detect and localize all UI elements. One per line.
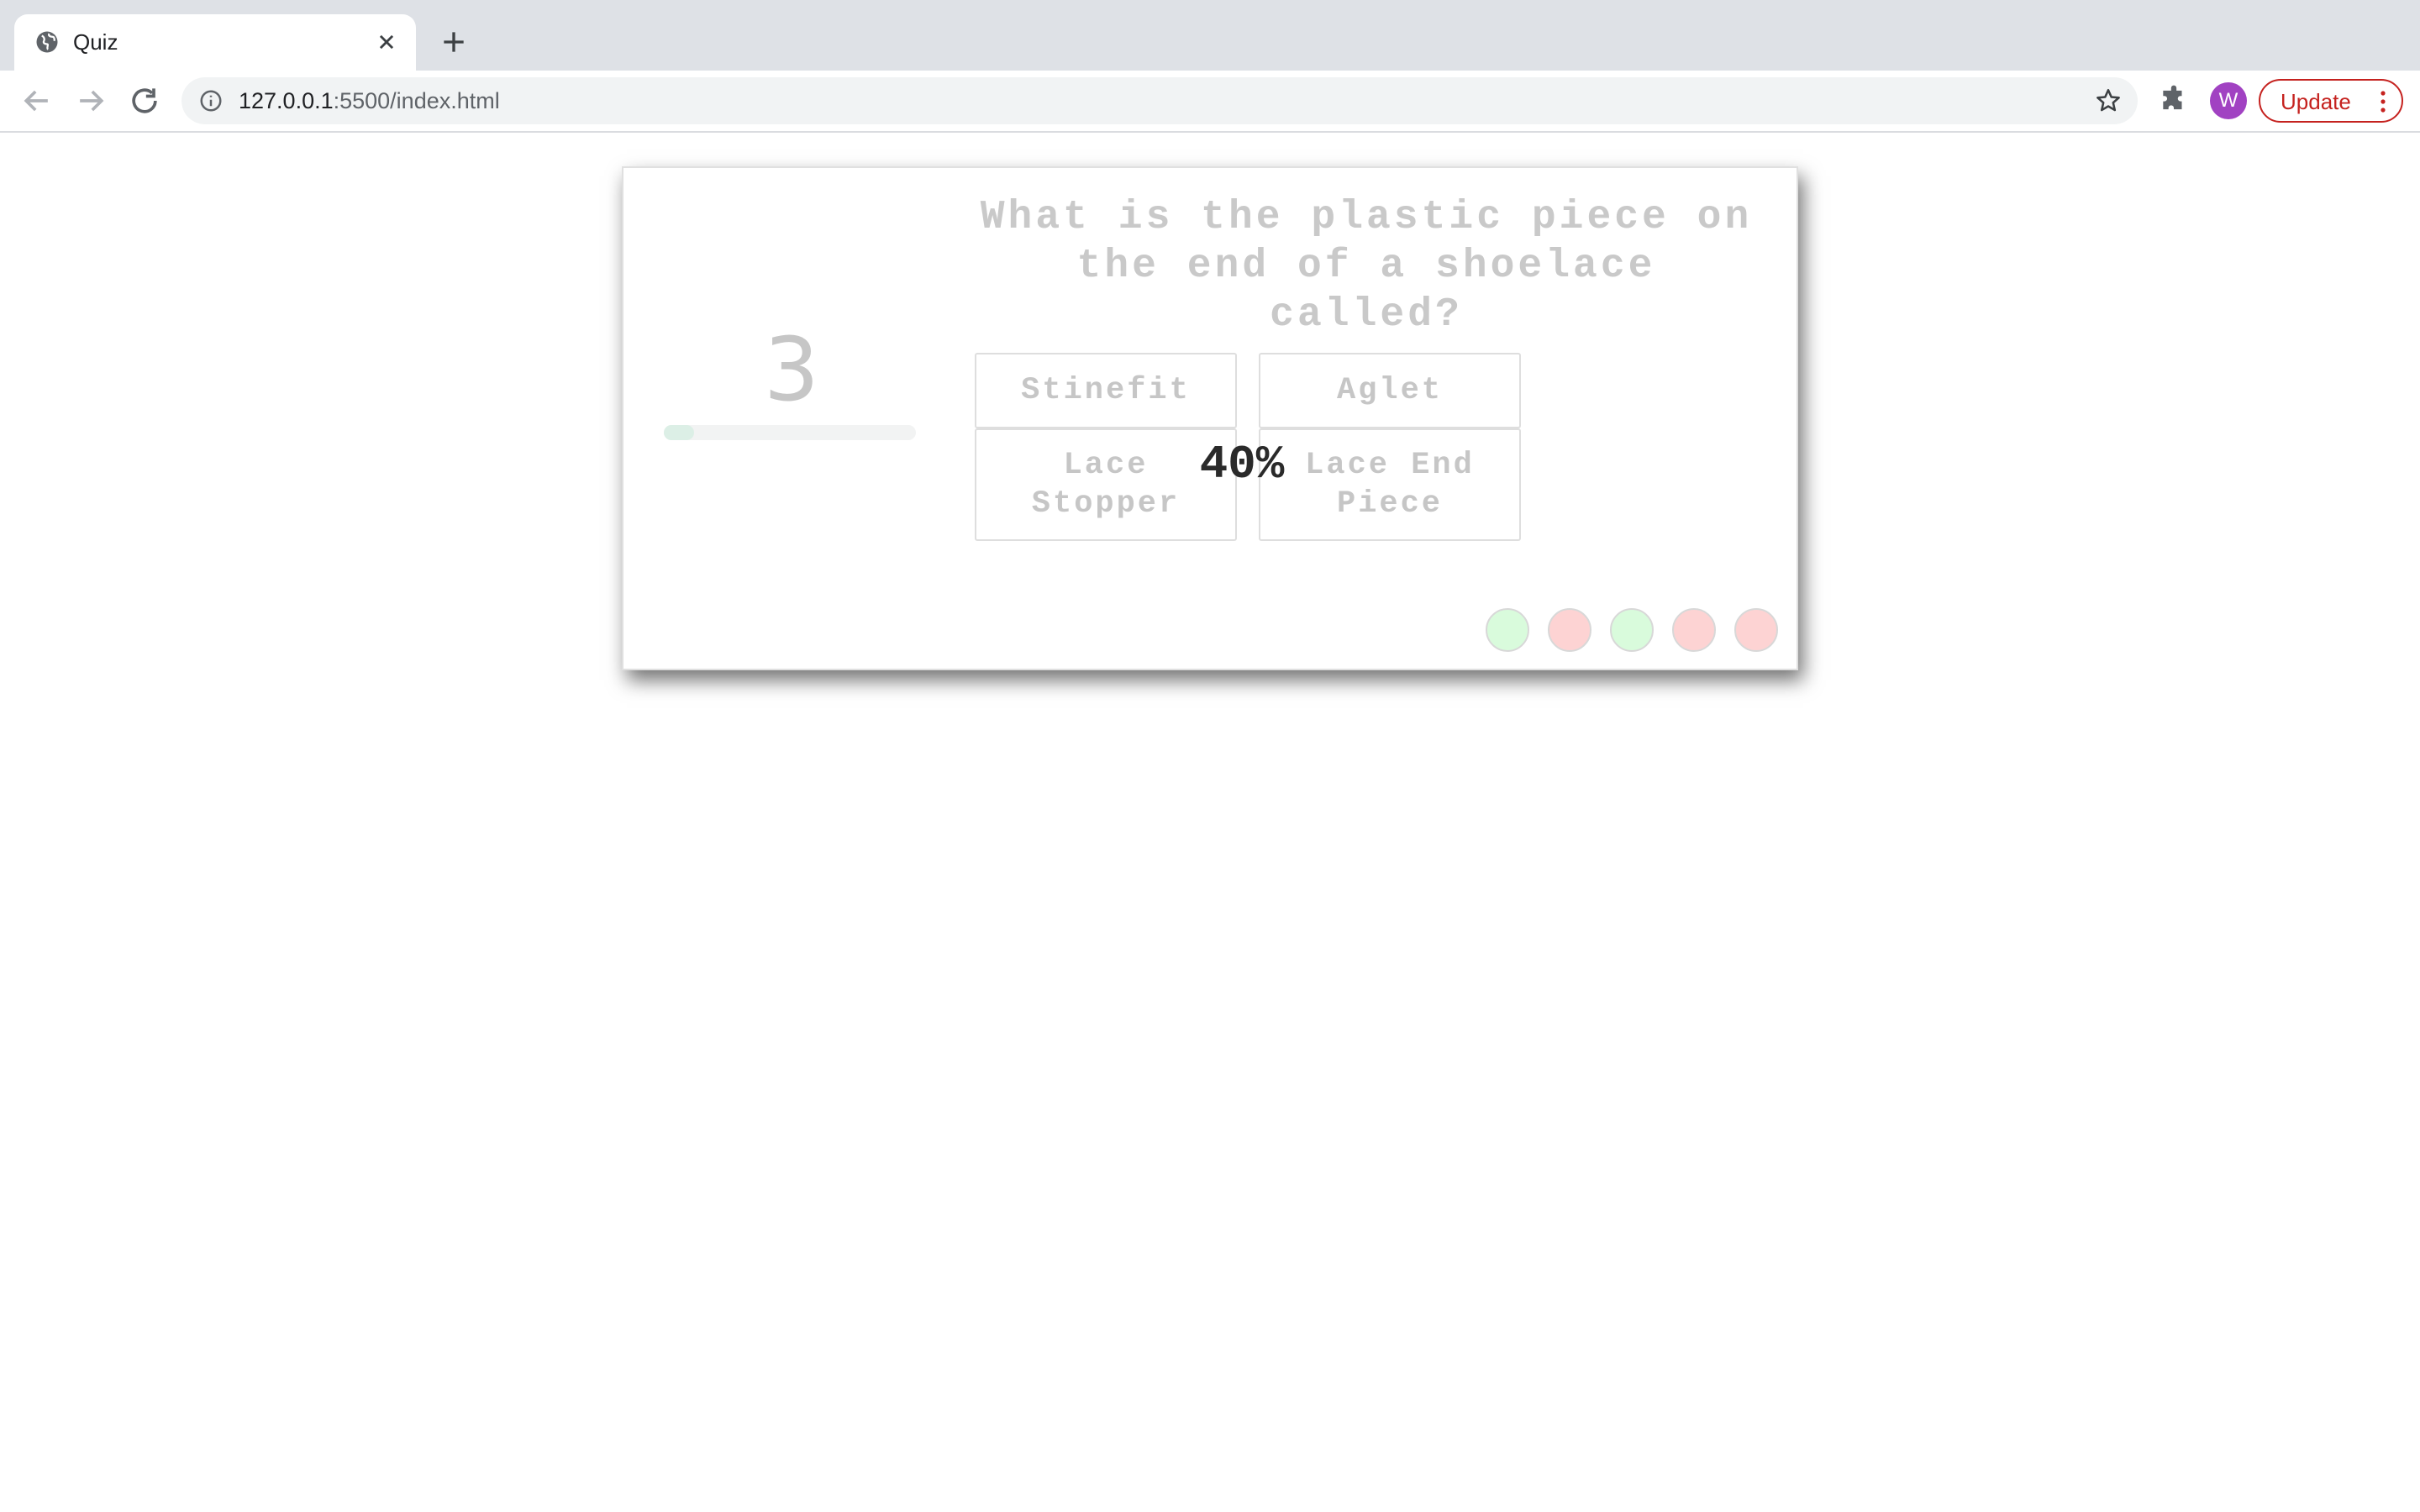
puzzle-icon[interactable] <box>2158 84 2190 116</box>
timer-number: 3 <box>763 318 820 421</box>
url-text: 127.0.0.1:5500/index.html <box>239 87 500 114</box>
arrow-right-icon[interactable] <box>72 82 109 119</box>
timer-progress-fill <box>664 425 694 440</box>
reload-icon[interactable] <box>126 82 163 119</box>
result-dot-correct <box>1486 608 1529 652</box>
kebab-icon <box>2381 91 2386 113</box>
result-dot-correct <box>1610 608 1654 652</box>
tab-title: Quiz <box>73 29 118 55</box>
update-button[interactable]: Update <box>2259 79 2403 123</box>
timer-progress-bar <box>664 425 916 440</box>
browser-toolbar: 127.0.0.1:5500/index.html W Update <box>0 71 2420 133</box>
avatar[interactable]: W <box>2210 82 2247 119</box>
answer-button-2[interactable]: Aglet <box>1259 353 1521 428</box>
result-dot-wrong <box>1672 608 1716 652</box>
result-dot-wrong <box>1548 608 1591 652</box>
arrow-left-icon[interactable] <box>18 82 55 119</box>
score-percent: 40% <box>1199 438 1285 491</box>
question-text: What is the plastic piece on the end of … <box>980 195 1753 338</box>
browser-tab[interactable]: Quiz <box>14 14 416 71</box>
globe-icon <box>36 31 58 53</box>
browser-tab-strip: Quiz <box>0 0 2420 71</box>
url-path: :5500/index.html <box>333 88 500 113</box>
close-icon[interactable] <box>372 28 401 56</box>
update-label: Update <box>2281 89 2351 114</box>
result-dot-wrong <box>1734 608 1778 652</box>
answer-button-1[interactable]: Stinefit <box>975 353 1237 428</box>
quiz-card: 3 What is the plastic piece on the end o… <box>622 166 1798 670</box>
answer-label: Aglet <box>1336 373 1444 408</box>
answer-label: Stinefit <box>1021 373 1191 408</box>
star-icon[interactable] <box>2094 87 2123 115</box>
plus-icon[interactable] <box>437 25 471 59</box>
url-host: 127.0.0.1 <box>239 88 334 113</box>
info-icon[interactable] <box>198 88 224 113</box>
address-bar[interactable]: 127.0.0.1:5500/index.html <box>182 77 2138 124</box>
